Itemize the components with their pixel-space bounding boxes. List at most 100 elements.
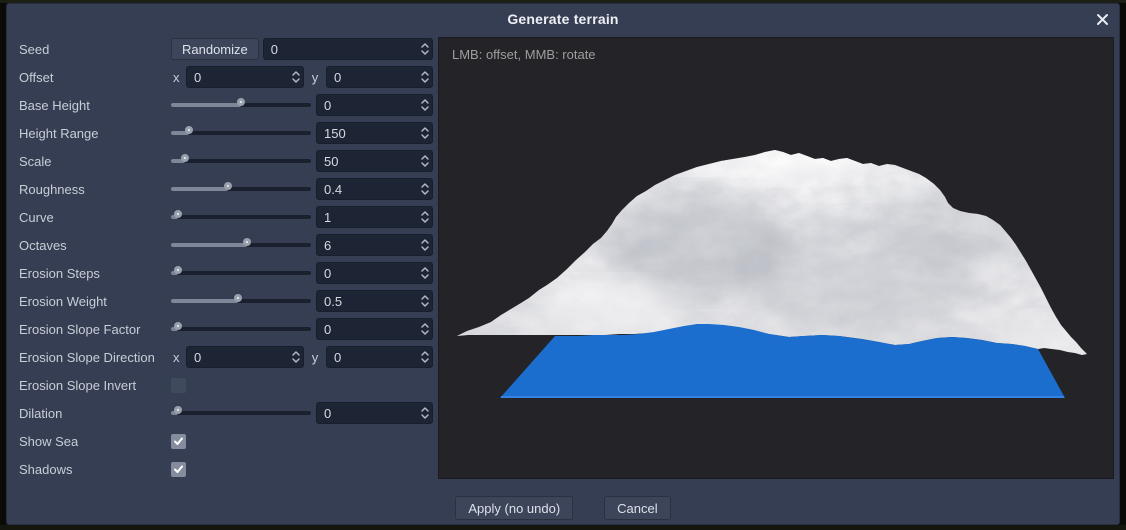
slider-grabber[interactable]: [243, 238, 251, 246]
slider-fill: [171, 299, 238, 303]
spin-updown-icon[interactable]: [420, 293, 430, 309]
spin-value: 0: [317, 406, 420, 421]
cancel-button[interactable]: Cancel: [604, 496, 670, 520]
slider-grabber[interactable]: [234, 294, 242, 302]
dilation-slider[interactable]: [171, 405, 311, 421]
row-controls: 0.4: [171, 178, 433, 200]
axis-y-label: y: [304, 350, 326, 365]
row-controls: 1: [171, 206, 433, 228]
slider-grabber[interactable]: [174, 266, 182, 274]
roughness-spinbox[interactable]: 0.4: [316, 178, 433, 200]
spin-value: 6: [317, 238, 420, 253]
slider-grabber[interactable]: [224, 182, 232, 190]
shadows-checkbox[interactable]: [171, 462, 186, 477]
slider-grabber[interactable]: [185, 126, 193, 134]
octaves-spinbox[interactable]: 6: [316, 234, 433, 256]
spin-updown-icon[interactable]: [420, 265, 430, 281]
height-range-slider[interactable]: [171, 125, 311, 141]
spin-value: 0: [317, 322, 420, 337]
spin-value: 0: [327, 350, 420, 365]
randomize-button[interactable]: Randomize: [171, 38, 259, 60]
erosion-weight-spinbox[interactable]: 0.5: [316, 290, 433, 312]
row-label: Show Sea: [19, 434, 171, 449]
terrain-preview-panel[interactable]: LMB: offset, MMB: rotate: [438, 37, 1114, 479]
row-label: Seed: [19, 42, 171, 57]
spin-value: 0.5: [317, 294, 420, 309]
form-row-scale: Scale50: [19, 147, 433, 175]
slider-track: [171, 411, 311, 415]
roughness-slider[interactable]: [171, 181, 311, 197]
slider-grabber[interactable]: [181, 154, 189, 162]
terrain-preview-render: [439, 38, 1114, 479]
spin-updown-icon[interactable]: [420, 405, 430, 421]
spin-updown-icon[interactable]: [420, 69, 430, 85]
erosion-weight-slider[interactable]: [171, 293, 311, 309]
form-row-erosion-slope-direction: Erosion Slope Directionx0y0: [19, 343, 433, 371]
erosion-steps-spinbox[interactable]: 0: [316, 262, 433, 284]
row-controls: 150: [171, 122, 433, 144]
spin-value: 0: [264, 42, 420, 57]
row-label: Roughness: [19, 182, 171, 197]
slider-fill: [171, 187, 228, 191]
slider-fill: [171, 103, 241, 107]
apply-button[interactable]: Apply (no undo): [455, 496, 573, 520]
erosion-slope-factor-spinbox[interactable]: 0: [316, 318, 433, 340]
height-range-spinbox[interactable]: 150: [316, 122, 433, 144]
spin-updown-icon[interactable]: [420, 321, 430, 337]
form-row-dilation: Dilation 0: [19, 399, 433, 427]
base-height-spinbox[interactable]: 0: [316, 94, 433, 116]
slider-grabber[interactable]: [237, 98, 245, 106]
erosion-slope-direction-x-spinbox[interactable]: 0: [186, 346, 304, 368]
slider-grabber[interactable]: [174, 406, 182, 414]
erosion-steps-slider[interactable]: [171, 265, 311, 281]
spin-updown-icon[interactable]: [420, 349, 430, 365]
erosion-slope-invert-checkbox[interactable]: [171, 378, 186, 393]
row-controls: [171, 430, 433, 452]
row-controls: [171, 458, 433, 480]
row-controls: 0: [171, 262, 433, 284]
base-height-slider[interactable]: [171, 97, 311, 113]
offset-y-spinbox[interactable]: 0: [326, 66, 433, 88]
erosion-slope-direction-y-spinbox[interactable]: 0: [326, 346, 433, 368]
dialog-footer: Apply (no undo) Cancel: [7, 496, 1119, 520]
erosion-slope-factor-slider[interactable]: [171, 321, 311, 337]
form-row-base-height: Base Height 0: [19, 91, 433, 119]
seed-spinbox[interactable]: 0: [263, 38, 433, 60]
dialog-title: Generate terrain: [507, 11, 618, 27]
spin-updown-icon[interactable]: [291, 69, 301, 85]
dilation-spinbox[interactable]: 0: [316, 402, 433, 424]
row-label: Base Height: [19, 98, 171, 113]
spin-value: 0.4: [317, 182, 420, 197]
spin-updown-icon[interactable]: [420, 209, 430, 225]
octaves-slider[interactable]: [171, 237, 311, 253]
spin-updown-icon[interactable]: [291, 349, 301, 365]
preview-hint: LMB: offset, MMB: rotate: [452, 47, 596, 62]
slider-track: [171, 327, 311, 331]
spin-updown-icon[interactable]: [420, 97, 430, 113]
close-button[interactable]: [1092, 9, 1112, 29]
dialog-titlebar[interactable]: Generate terrain: [7, 4, 1119, 34]
spin-value: 0: [317, 266, 420, 281]
spin-updown-icon[interactable]: [420, 237, 430, 253]
row-controls: 0: [171, 94, 433, 116]
slider-grabber[interactable]: [174, 210, 182, 218]
spin-updown-icon[interactable]: [420, 153, 430, 169]
show-sea-checkbox[interactable]: [171, 434, 186, 449]
slider-grabber[interactable]: [174, 322, 182, 330]
spin-updown-icon[interactable]: [420, 125, 430, 141]
scale-spinbox[interactable]: 50: [316, 150, 433, 172]
spin-updown-icon[interactable]: [420, 181, 430, 197]
form-row-roughness: Roughness 0.4: [19, 175, 433, 203]
checkmark-icon: [173, 464, 184, 475]
form-row-seed: SeedRandomize 0: [19, 35, 433, 63]
slider-fill: [171, 243, 247, 247]
offset-x-spinbox[interactable]: 0: [186, 66, 304, 88]
row-controls: 0: [171, 318, 433, 340]
spin-updown-icon[interactable]: [420, 41, 430, 57]
spin-value: 0: [187, 350, 291, 365]
curve-slider[interactable]: [171, 209, 311, 225]
form-row-erosion-slope-invert: Erosion Slope Invert: [19, 371, 433, 399]
scale-slider[interactable]: [171, 153, 311, 169]
curve-spinbox[interactable]: 1: [316, 206, 433, 228]
row-label: Dilation: [19, 406, 171, 421]
